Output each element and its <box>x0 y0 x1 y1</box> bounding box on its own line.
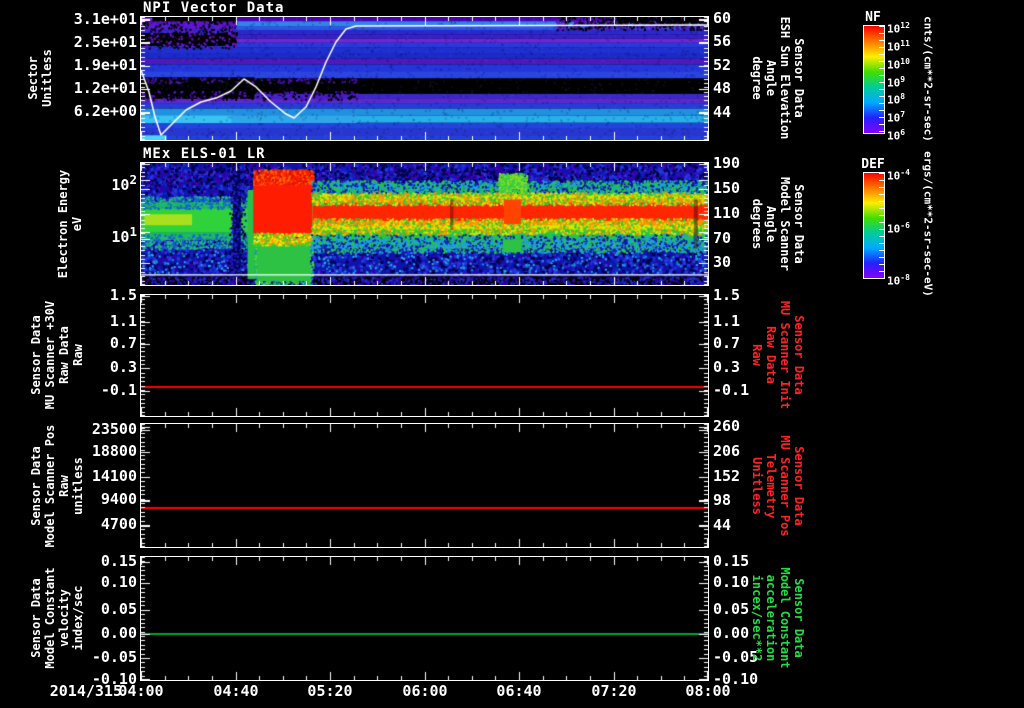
x-tick-label: 04:00 <box>118 682 164 700</box>
colorbar-units-def: ergs/(cm**2-sr-sec-eV) <box>921 151 935 297</box>
panel-velocity <box>140 556 709 681</box>
plot-figure: 2014/315 NPI Vector Data 3.1e+01 2.5e+01 1.… <box>0 0 1024 708</box>
right-axis-label-els: Sensor Data Model Scanner Angle degrees <box>750 177 806 271</box>
els-spectrogram-canvas <box>141 163 708 285</box>
colorbar-tick-nf: 1011 <box>887 39 910 54</box>
mu30v-line-canvas <box>141 295 708 416</box>
y-tick-label-left: 2.5e+01 <box>73 33 137 51</box>
panel-title-els: MEx ELS-01 LR <box>143 146 266 162</box>
right-axis-label-mu30v: Sensor Data MU Scanner Init Raw Data Raw <box>750 300 806 410</box>
colorbar-nf <box>863 25 885 134</box>
right-axis-label-npi: Sensor Data ESH Sun Elevation Angle degr… <box>750 16 806 140</box>
colorbar-tick-def: 10-4 <box>887 168 910 183</box>
colorbar-units-nf: cnts/(cm**2-sr-sec) <box>921 16 935 142</box>
colorbar-tick-nf: 108 <box>887 92 906 107</box>
npi-spectrogram-canvas <box>141 17 708 140</box>
panel-npi <box>140 16 709 141</box>
x-tick-label: 06:40 <box>496 682 542 700</box>
x-tick-label: 05:20 <box>307 682 353 700</box>
scanpos-line-canvas <box>141 424 708 547</box>
colorbar-tick-nf: 109 <box>887 75 906 90</box>
panel-mu30v <box>140 294 709 417</box>
y-axis-label-mu30v: Sensor Data MU Scanner +30V Raw Data Raw <box>29 300 85 410</box>
right-axis-label-velocity: Sensor Data Model Constant acceleration … <box>750 567 806 669</box>
x-tick-label: 07:20 <box>591 682 637 700</box>
colorbar-hash-nf <box>879 26 884 133</box>
panel-els <box>140 162 709 286</box>
colorbar-tick-def: 10-6 <box>887 221 910 236</box>
x-tick-label: 06:00 <box>402 682 448 700</box>
x-tick-label: 08:00 <box>685 682 731 700</box>
y-axis-label-els: Electron Energy eV <box>56 169 84 279</box>
right-axis-label-scanpos: Sensor Data MU Scanner Pos Telemetry Uni… <box>750 435 806 537</box>
y-axis-label-velocity: Sensor Data Model Constant velocity inde… <box>29 567 85 669</box>
velocity-line-canvas <box>141 557 708 680</box>
y-tick-label-right: 190 <box>713 154 741 172</box>
colorbar-tick-def: 10-8 <box>887 273 910 288</box>
colorbar-tick-nf: 1012 <box>887 21 910 36</box>
colorbar-tick-nf: 106 <box>887 128 906 143</box>
colorbar-tick-nf: 107 <box>887 110 906 125</box>
y-axis-label-npi: Sector Unitless <box>26 49 54 107</box>
panel-title-npi: NPI Vector Data <box>143 0 285 16</box>
y-tick-label-left: 3.1e+01 <box>73 10 137 28</box>
y-tick-label-right: 260 <box>713 417 741 435</box>
y-axis-label-scanpos: Sensor Data Model Scanner Pos Raw unitle… <box>29 424 85 548</box>
colorbar-hash-def <box>879 173 884 278</box>
x-tick-label: 04:40 <box>213 682 259 700</box>
colorbar-def <box>863 172 885 279</box>
panel-scanpos <box>140 423 709 548</box>
colorbar-tick-nf: 1010 <box>887 57 910 72</box>
